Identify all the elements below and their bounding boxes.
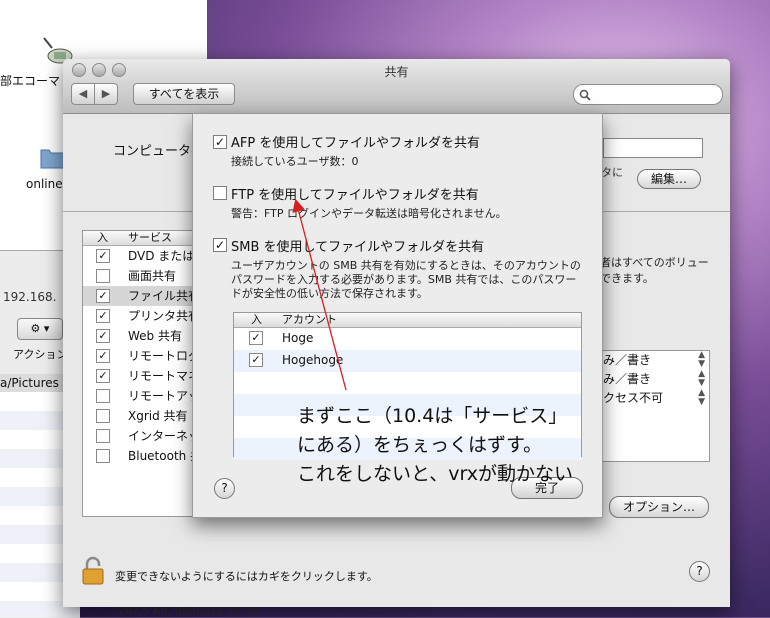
annotation-line: まずここ（10.4は「サービス」 <box>297 405 568 427</box>
annotation-line: にある）をちぇっくはずす。 <box>297 434 543 456</box>
annotation-text: まずここ（10.4は「サービス」 にある）をちぇっくはずす。 これをしないと、v… <box>297 402 573 489</box>
annotation-line: これをしないと、vrxが動かない <box>297 463 574 485</box>
annotation-arrow <box>292 198 347 391</box>
